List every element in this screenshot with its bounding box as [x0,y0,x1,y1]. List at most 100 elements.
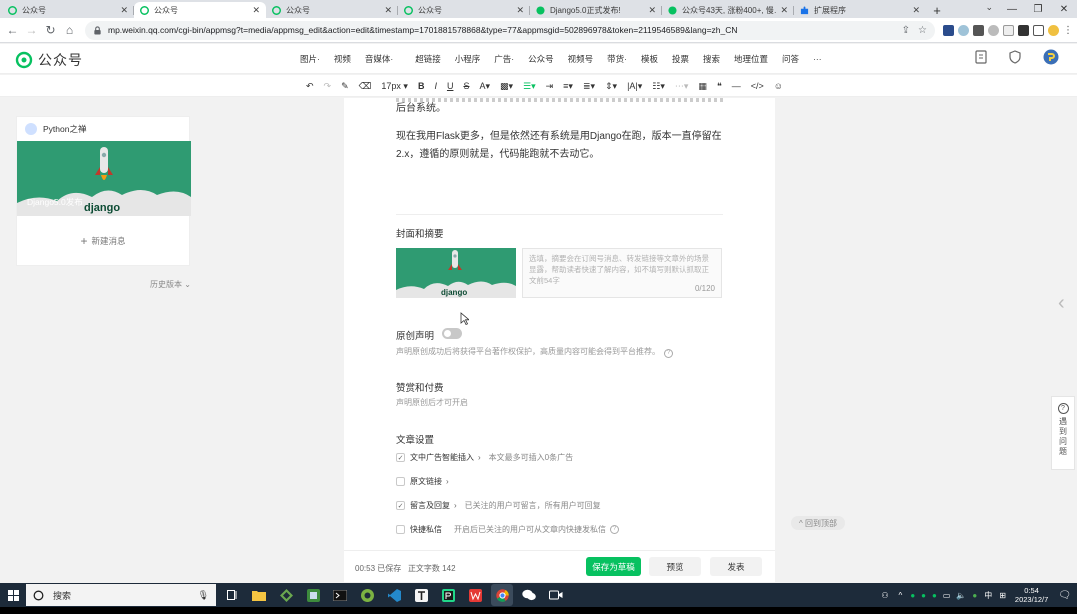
shield-icon[interactable] [1009,50,1021,64]
checkbox-unchecked[interactable] [396,477,405,486]
extension-icon[interactable] [988,24,999,36]
browser-tab-active[interactable]: 公众号 ✕ [134,2,266,18]
wechat-tray-icon[interactable]: ● [910,591,915,600]
bold-icon[interactable]: B [418,81,425,91]
checkbox-checked[interactable]: ✓ [396,501,405,510]
cover-thumbnail[interactable]: django [396,248,516,298]
document-icon[interactable] [975,50,987,64]
extension-icon[interactable] [943,24,954,36]
extension-icon[interactable] [973,24,984,36]
back-to-top-button[interactable]: ^ 回到顶部 [791,516,845,530]
background-color-icon[interactable]: ▩▾ [500,81,513,92]
line-spacing-icon[interactable]: ≣▾ [583,81,595,92]
close-icon[interactable]: ✕ [120,5,128,16]
insert-ad[interactable]: 广告· [494,53,514,65]
wps-icon[interactable] [464,584,486,606]
more-menu-icon[interactable]: ⋮ [1063,25,1073,36]
divider-icon[interactable]: — [732,81,741,91]
home-icon[interactable]: ⌂ [60,21,79,40]
logo[interactable]: 公众号 [15,50,83,70]
avatar[interactable] [1043,49,1059,65]
preview-button[interactable]: 预览 [649,557,701,576]
close-window-icon[interactable]: ✕ [1051,0,1077,18]
setting-quick-message[interactable]: 快捷私信 开启后已关注的用户可从文章内快捷发私信 ? [396,524,619,535]
tab-search-icon[interactable]: ⌄ [985,2,993,13]
font-size-select[interactable]: 17px ▾ [381,81,408,92]
publish-button[interactable]: 发表 [710,557,762,576]
browser-tab[interactable]: 公众号 ✕ [266,2,398,18]
article-text-line[interactable]: 后台系统。 [396,100,726,118]
insert-search[interactable]: 搜索 [703,53,720,65]
extension-icon[interactable] [1003,24,1014,36]
wechat-tray-icon[interactable]: ● [921,591,926,600]
setting-ad-insert[interactable]: ✓ 文中广告智能插入 › 本文最多可插入0条广告 [396,452,573,463]
browser-tab[interactable]: 公众号 ✕ [398,2,530,18]
close-icon[interactable]: ✕ [516,5,524,16]
insert-goods[interactable]: 带货· [607,53,627,65]
history-version-link[interactable]: 历史版本 ⌄ [150,279,191,290]
terminal-icon[interactable] [329,584,351,606]
insert-more[interactable]: ··· [813,54,822,64]
close-icon[interactable]: ✕ [252,5,260,16]
file-explorer-icon[interactable] [248,584,270,606]
checkbox-checked[interactable]: ✓ [396,453,405,462]
list-disabled-icon[interactable]: ⋯▾ [675,81,689,92]
code-icon[interactable]: </> [751,81,764,91]
minimize-icon[interactable]: — [999,0,1025,18]
chevron-right-icon[interactable]: › [446,477,449,486]
close-icon[interactable]: ✕ [780,5,788,16]
windows-start-icon[interactable] [0,583,26,607]
align-left-icon[interactable]: ☰▾ [523,81,536,92]
chevron-left-icon[interactable]: ‹ [1058,292,1065,315]
screen-recorder-icon[interactable] [545,584,567,606]
strikethrough-icon[interactable]: S [463,81,469,91]
checkbox-unchecked[interactable] [396,525,405,534]
insert-qa[interactable]: 问答 [782,53,799,65]
insert-account[interactable]: 公众号 [528,53,554,65]
insert-miniprogram[interactable]: 小程序 [455,53,481,65]
share-icon[interactable]: ⇪ [902,25,910,36]
wechat-icon[interactable] [518,584,540,606]
insert-video[interactable]: 视频 [334,53,351,65]
taskbar-search[interactable]: 搜索 🎙 [26,584,216,606]
undo-icon[interactable]: ↶ [306,81,314,92]
puzzle-icon[interactable] [1018,24,1029,36]
volume-icon[interactable]: 🔈 [956,591,966,600]
article-card-cover[interactable]: Django5.0发布 django [17,141,191,216]
browser-tab[interactable]: 公众号 ✕ [2,2,134,18]
notification-icon[interactable]: 🗨 [1058,590,1071,601]
app-icon[interactable] [302,584,324,606]
close-icon[interactable]: ✕ [648,5,656,16]
help-icon[interactable]: ? [610,525,619,534]
ime-mode-icon[interactable]: ⊞ [999,591,1006,600]
insert-image[interactable]: 图片· [300,53,320,65]
chrome-icon[interactable] [491,584,513,606]
extension-icon[interactable] [958,24,969,36]
app-icon[interactable] [275,584,297,606]
help-widget[interactable]: ? 遇 到 问 题 [1051,396,1075,470]
insert-link[interactable]: 超链接 [415,53,441,65]
wechat-tray-icon[interactable]: ● [932,591,937,600]
vscode-icon[interactable] [383,584,405,606]
security-tray-icon[interactable]: ● [972,591,977,600]
task-view-icon[interactable] [221,584,243,606]
font-color-icon[interactable]: A▾ [479,81,490,92]
close-icon[interactable]: ✕ [912,5,920,16]
network-icon[interactable]: ▭ [943,591,951,600]
new-message-button[interactable]: + 新建消息 [17,216,189,266]
align-center-icon[interactable]: ≡▾ [563,81,573,92]
original-toggle[interactable] [442,328,462,339]
italic-icon[interactable]: I [434,81,437,91]
indent-icon[interactable]: ⇥ [546,81,554,92]
new-tab-button[interactable]: + [926,2,948,18]
reload-icon[interactable]: ↻ [41,21,60,40]
clear-format-icon[interactable]: ⌫ [359,81,372,92]
article-paragraph[interactable]: 现在我用Flask更多，但是依然还有系统是用Django在跑，版本一直停留在2.… [396,128,726,164]
browser-tab[interactable]: Django5.0正式发布! ✕ [530,2,662,18]
app-icon[interactable] [356,584,378,606]
insert-template[interactable]: 模板 [641,53,658,65]
save-draft-button[interactable]: 保存为草稿 [586,557,641,576]
insert-vote[interactable]: 投票 [672,53,689,65]
people-icon[interactable]: ⚇ [881,591,888,600]
typora-icon[interactable] [410,584,432,606]
